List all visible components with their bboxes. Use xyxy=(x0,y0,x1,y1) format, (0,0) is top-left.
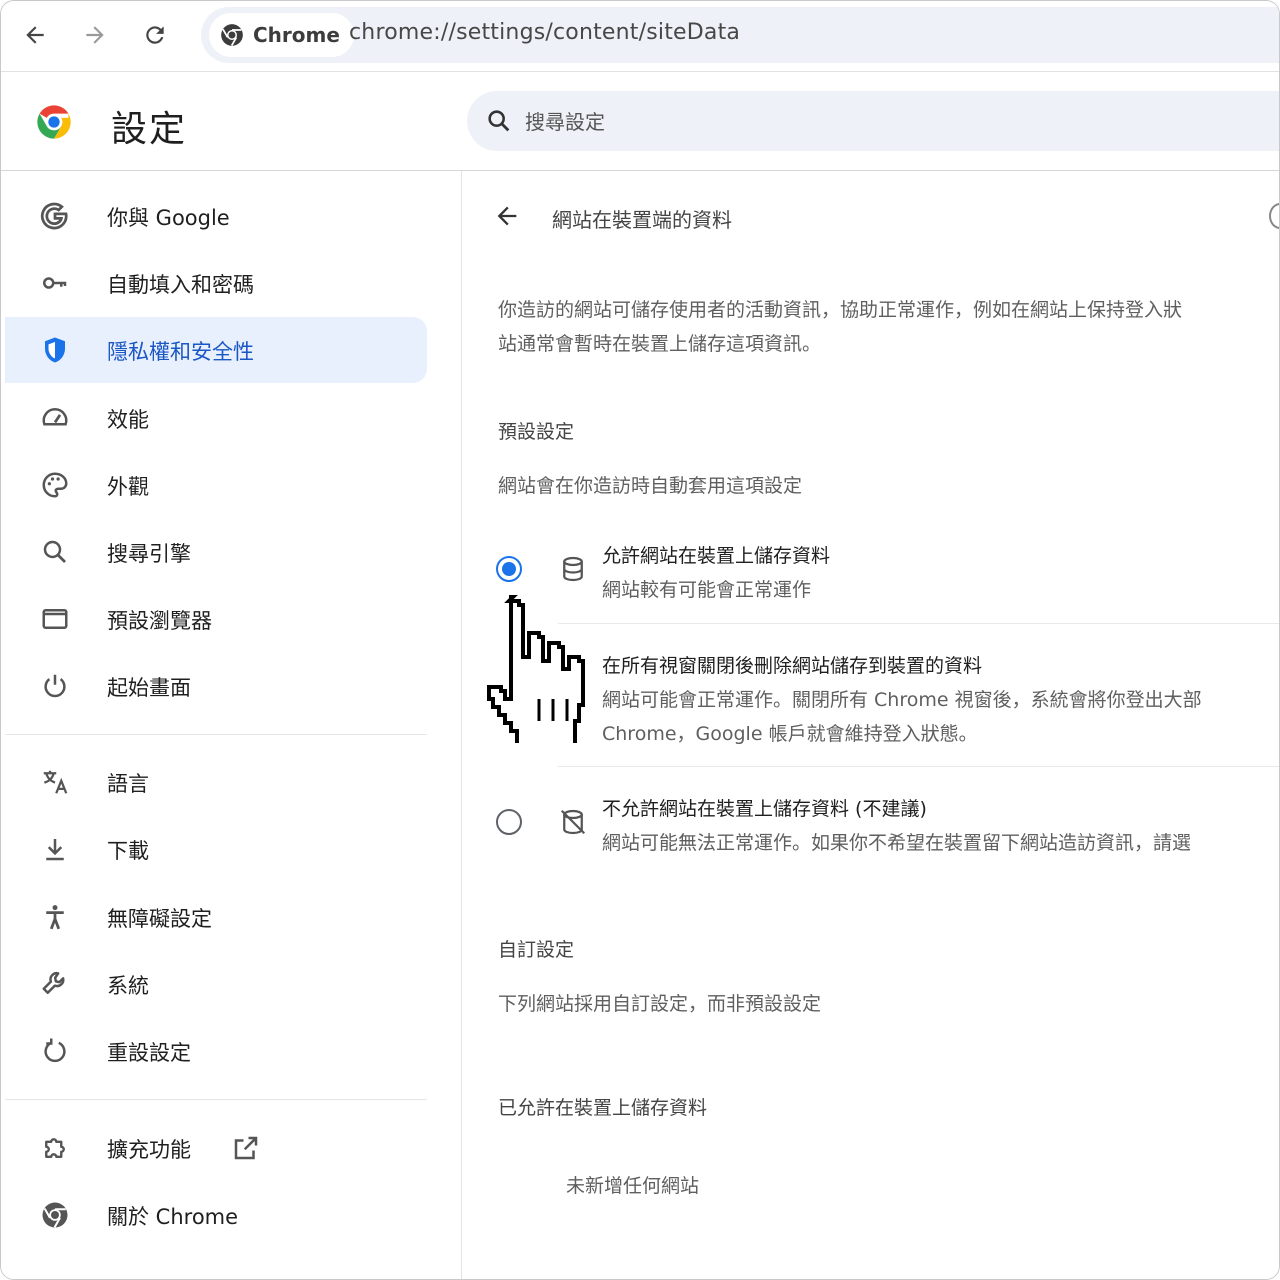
no-sites-note: 未新增任何網站 xyxy=(566,1175,700,1197)
sidebar-divider xyxy=(5,734,427,735)
back-button[interactable] xyxy=(15,15,55,55)
radio-button[interactable] xyxy=(496,809,522,835)
sidebar-item-languages[interactable]: 語言 xyxy=(5,749,427,815)
default-behavior-heading: 預設設定 xyxy=(498,421,575,443)
sidebar-item-label: 起始畫面 xyxy=(107,676,191,700)
address-bar[interactable]: Chrome chrome://settings/content/siteDat… xyxy=(201,7,1279,63)
custom-behaviors-subtitle: 下列網站採用自訂設定，而非預設設定 xyxy=(498,993,822,1015)
palette-icon xyxy=(39,469,71,501)
sidebar-item-label: 自動填入和密碼 xyxy=(107,273,254,297)
sidebar-item-label: 擴充功能 xyxy=(107,1138,191,1162)
option-subtitle-line-2: Chrome，Google 帳戶就會維持登入狀態。 xyxy=(602,723,978,745)
browser-window: Chrome chrome://settings/content/siteDat… xyxy=(0,0,1280,1280)
sidebar-item-performance[interactable]: 效能 xyxy=(5,385,427,451)
reset-icon xyxy=(39,1035,71,1067)
sidebar-item-on-startup[interactable]: 起始畫面 xyxy=(5,653,427,719)
sidebar-item-label: 預設瀏覽器 xyxy=(107,609,212,633)
forward-button[interactable] xyxy=(75,15,115,55)
site-info-chip[interactable]: Chrome xyxy=(209,13,354,57)
sidebar-item-label: 關於 Chrome xyxy=(107,1205,239,1229)
sidebar: 你與 Google 自動填入和密碼 隱私權和安全性 效能 外觀 搜尋引擎 預設瀏… xyxy=(1,171,462,1279)
sidebar-item-search-engine[interactable]: 搜尋引擎 xyxy=(5,519,427,585)
description-line-1: 你造訪的網站可儲存使用者的活動資訊，協助正常運作，例如在網站上保持登入狀 xyxy=(498,299,1183,321)
sidebar-item-accessibility[interactable]: 無障礙設定 xyxy=(5,884,427,950)
forward-arrow-icon xyxy=(86,26,104,44)
custom-behaviors-heading: 自訂設定 xyxy=(498,939,575,961)
search-icon xyxy=(39,536,71,568)
google-g-icon xyxy=(39,200,71,232)
sidebar-item-label: 你與 Google xyxy=(107,206,230,230)
accessibility-icon xyxy=(39,901,71,933)
allowed-sites-heading: 已允許在裝置上儲存資料 xyxy=(498,1097,708,1119)
database-icon xyxy=(558,554,588,584)
sidebar-item-label: 搜尋引擎 xyxy=(107,542,191,566)
wrench-icon xyxy=(39,968,71,1000)
shield-icon xyxy=(39,334,71,366)
browser-toolbar: Chrome chrome://settings/content/siteDat… xyxy=(1,1,1279,72)
chrome-logo-icon xyxy=(37,105,71,139)
reload-icon xyxy=(146,26,164,44)
option-subtitle: 網站可能會正常運作。關閉所有 Chrome 視窗後，系統會將你登出大部 xyxy=(602,689,1202,711)
sidebar-item-label: 隱私權和安全性 xyxy=(107,340,254,364)
browser-window-icon xyxy=(39,603,71,635)
sidebar-item-label: 下載 xyxy=(107,839,149,863)
sidebar-item-label: 無障礙設定 xyxy=(107,907,212,931)
translate-icon xyxy=(39,766,71,798)
option-divider xyxy=(558,623,1279,624)
back-button[interactable] xyxy=(490,199,524,233)
option-title: 允許網站在裝置上儲存資料 xyxy=(602,545,831,567)
sidebar-item-downloads[interactable]: 下載 xyxy=(5,816,427,882)
radio-button[interactable] xyxy=(496,556,522,582)
subpage-title: 網站在裝置端的資料 xyxy=(552,208,732,232)
sidebar-item-about-chrome[interactable]: 關於 Chrome xyxy=(5,1182,427,1248)
chrome-logo-icon xyxy=(39,1199,71,1231)
url-text[interactable]: chrome://settings/content/siteData xyxy=(349,20,740,45)
chrome-logo-icon xyxy=(221,24,243,47)
reload-button[interactable] xyxy=(135,15,175,55)
sidebar-item-label: 語言 xyxy=(107,772,149,796)
key-icon xyxy=(39,267,71,299)
page-title: 設定 xyxy=(111,109,188,150)
puzzle-icon xyxy=(39,1132,71,1164)
back-arrow-icon xyxy=(26,26,44,44)
chip-label: Chrome xyxy=(253,23,340,47)
sidebar-item-label: 效能 xyxy=(107,408,149,432)
sidebar-divider xyxy=(5,1099,427,1100)
sidebar-item-label: 重設設定 xyxy=(107,1041,191,1065)
settings-header: 設定 xyxy=(1,72,1279,171)
sidebar-item-autofill[interactable]: 自動填入和密碼 xyxy=(5,250,427,316)
sidebar-item-privacy[interactable]: 隱私權和安全性 xyxy=(5,317,427,383)
option-title: 不允許網站在裝置上儲存資料 (不建議) xyxy=(602,798,927,820)
gauge-icon xyxy=(39,402,71,434)
hand-pointer-icon xyxy=(487,595,585,743)
help-icon[interactable] xyxy=(1269,203,1279,229)
sidebar-item-you-and-google[interactable]: 你與 Google xyxy=(5,183,427,249)
description-line-2: 站通常會暫時在裝置上儲存這項資訊。 xyxy=(498,333,822,355)
sidebar-item-system[interactable]: 系統 xyxy=(5,951,427,1017)
download-icon xyxy=(39,833,71,865)
open-in-new-icon xyxy=(234,1136,258,1160)
sidebar-item-reset-settings[interactable]: 重設設定 xyxy=(5,1018,427,1084)
option-title: 在所有視窗關閉後刪除網站儲存到裝置的資料 xyxy=(602,655,983,677)
sidebar-item-appearance[interactable]: 外觀 xyxy=(5,452,427,518)
search-input[interactable] xyxy=(523,101,1127,143)
search-settings-box[interactable] xyxy=(467,91,1279,151)
sidebar-item-label: 系統 xyxy=(107,974,149,998)
sidebar-item-extensions[interactable]: 擴充功能 xyxy=(5,1115,427,1181)
default-behavior-subtitle: 網站會在你造訪時自動套用這項設定 xyxy=(498,475,803,497)
power-icon xyxy=(39,670,71,702)
option-divider xyxy=(558,766,1279,767)
back-arrow-icon xyxy=(497,206,517,226)
option-subtitle: 網站較有可能會正常運作 xyxy=(602,579,812,601)
search-icon xyxy=(488,110,510,132)
sidebar-item-label: 外觀 xyxy=(107,475,149,499)
sidebar-item-default-browser[interactable]: 預設瀏覽器 xyxy=(5,586,427,652)
option-subtitle: 網站可能無法正常運作。如果你不希望在裝置留下網站造訪資訊，請選 xyxy=(602,832,1192,854)
database-off-icon xyxy=(558,807,588,837)
